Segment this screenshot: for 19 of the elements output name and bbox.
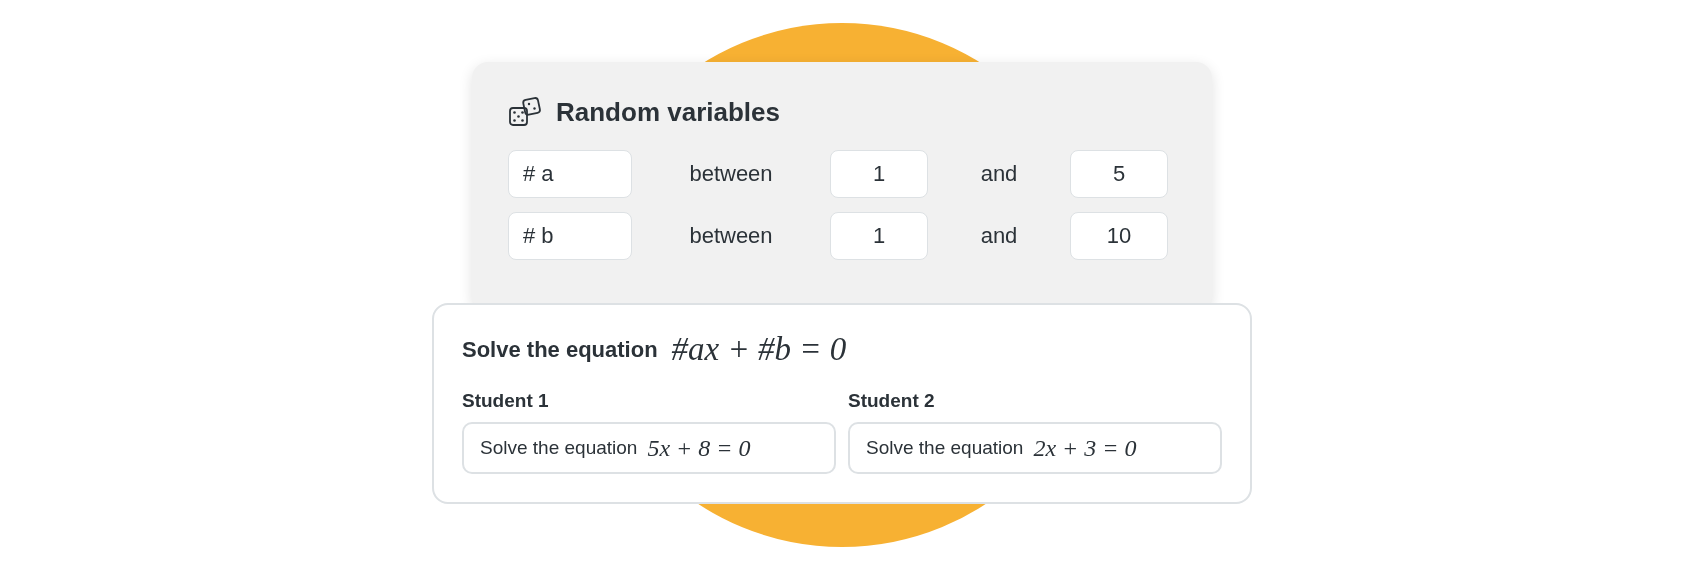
student-label: Student 1 (462, 390, 550, 412)
student-formula: 5x + 8 = 0 (647, 434, 751, 462)
student-prompt: Solve the equation (480, 437, 638, 459)
min-field[interactable]: 1 (830, 212, 928, 260)
max-field[interactable]: 5 (1070, 150, 1168, 198)
card-title: Random variables (556, 96, 780, 128)
variable-field[interactable]: # b (508, 212, 632, 260)
and-label: and (980, 161, 1018, 187)
student-prompt: Solve the equation (866, 437, 1024, 459)
variable-field[interactable]: # a (508, 150, 632, 198)
student-label: Student 2 (848, 390, 936, 412)
between-label: between (689, 223, 773, 249)
and-label: and (980, 223, 1018, 249)
question-prompt: Solve the equation (462, 336, 658, 363)
student-formula: 2x + 3 = 0 (1033, 434, 1137, 462)
min-field[interactable]: 1 (830, 150, 928, 198)
formula: #ax + #b = 0 (671, 331, 847, 368)
max-field[interactable]: 10 (1070, 212, 1168, 260)
between-label: between (689, 161, 773, 187)
